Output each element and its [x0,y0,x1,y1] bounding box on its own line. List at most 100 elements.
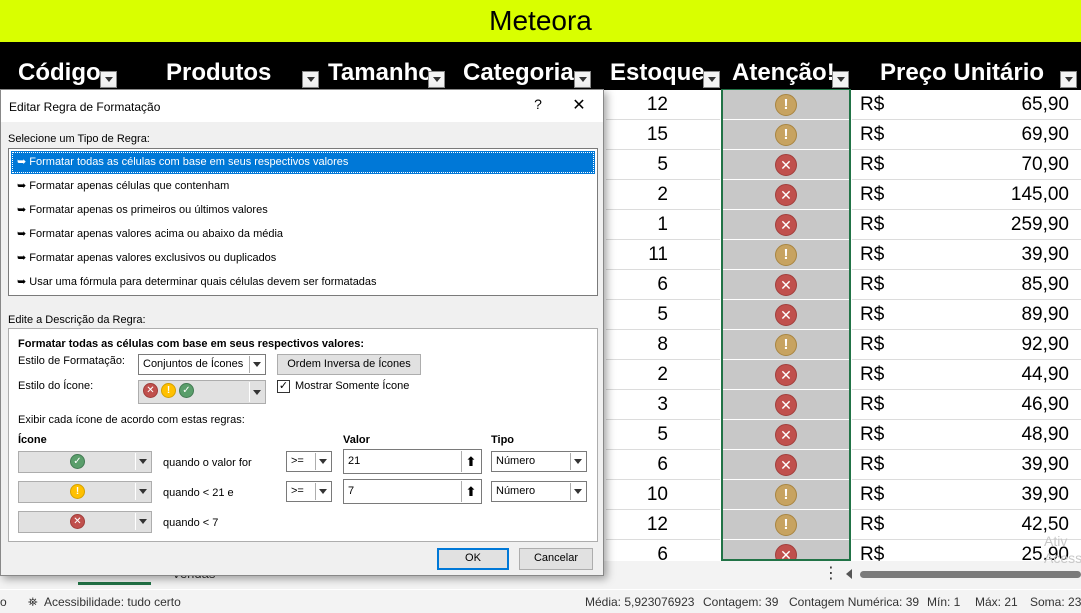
estoque-cell[interactable]: 5 [606,300,720,330]
estoque-cell[interactable]: 10 [606,480,720,510]
rule-icon-select[interactable]: ! [18,481,152,503]
rule-type-item[interactable]: ➥ Formatar apenas células que contenham [11,175,595,198]
preco-cell[interactable]: R$ 70,90 [852,150,1081,180]
estoque-cell[interactable]: 3 [606,390,720,420]
atencao-cell[interactable]: ! [722,510,850,540]
rule-type-item[interactable]: ➥ Usar uma fórmula para determinar quais… [11,271,595,294]
rule-value-input[interactable]: 7 ⬆ [343,479,482,504]
icon-style-select[interactable]: ✕ ! ✓ [138,380,266,404]
rule-type-label: Formatar apenas valores exclusivos ou du… [29,252,277,264]
preco-cell[interactable]: R$ 259,90 [852,210,1081,240]
atencao-cell[interactable]: ✕ [722,390,850,420]
rule-icon-select[interactable]: ✓ [18,451,152,473]
rule-type-select[interactable]: Número [491,481,587,502]
atencao-cell[interactable]: ! [722,90,850,120]
estoque-cell[interactable]: 2 [606,360,720,390]
format-style-select[interactable]: Conjuntos de Ícones [138,354,266,375]
preco-cell[interactable]: R$ 69,90 [852,120,1081,150]
filter-dropdown-icon[interactable] [832,71,849,88]
rule-type-item[interactable]: ➥ Formatar apenas valores acima ou abaix… [11,223,595,246]
atencao-cell[interactable]: ! [722,240,850,270]
preco-cell[interactable]: R$ 92,90 [852,330,1081,360]
rule-type-select[interactable]: Número [491,451,587,472]
header-preco-unitario[interactable]: Preço Unitário [852,42,1081,90]
header-estoque[interactable]: Estoque [594,42,722,90]
estoque-cell[interactable]: 5 [606,420,720,450]
filter-dropdown-icon[interactable] [302,71,319,88]
rule-value-input[interactable]: 21 ⬆ [343,449,482,474]
scrollbar-thumb[interactable] [860,571,1081,578]
range-select-icon[interactable]: ⬆ [461,481,480,502]
x-icon: ✕ [775,423,797,446]
estoque-cell[interactable]: 5 [606,150,720,180]
rule-type-item[interactable]: ➥ Formatar todas as células com base em … [11,151,595,174]
help-icon[interactable]: ? [531,96,545,112]
preco-cell[interactable]: R$ 39,90 [852,450,1081,480]
preco-cell[interactable]: R$ 44,90 [852,360,1081,390]
rule-description-panel: Formatar todas as células com base em se… [8,328,598,542]
header-categoria[interactable]: Categoria [448,42,594,90]
atencao-cell[interactable]: ✕ [722,150,850,180]
rule-icon-select[interactable]: ✕ [18,511,152,533]
header-codigo[interactable]: Código [0,42,120,90]
atencao-cell[interactable]: ✕ [722,180,850,210]
edit-description-label: Edite a Descrição da Regra: [8,314,146,326]
rule-type-list[interactable]: ➥ Formatar todas as células com base em … [8,148,598,296]
rule-type-label: Formatar todas as células com base em se… [29,156,349,168]
header-produtos[interactable]: Produtos [120,42,322,90]
filter-dropdown-icon[interactable] [574,71,591,88]
atencao-cell[interactable]: ✕ [722,450,850,480]
preco-cell[interactable]: R$ 48,90 [852,420,1081,450]
atencao-cell[interactable]: ✕ [722,210,850,240]
reverse-icon-order-button[interactable]: Ordem Inversa de Ícones [277,354,421,375]
show-icon-only-checkbox[interactable]: ✓ [277,380,290,393]
accessibility-icon[interactable]: ⛯ [28,595,38,610]
filter-dropdown-icon[interactable] [703,71,720,88]
estoque-cell[interactable]: 6 [606,450,720,480]
range-select-icon[interactable]: ⬆ [461,451,480,472]
atencao-cell[interactable]: ! [722,330,850,360]
cancel-button[interactable]: Cancelar [519,548,593,570]
estoque-cell[interactable]: 6 [606,270,720,300]
filter-dropdown-icon[interactable] [100,71,117,88]
header-label: Categoria [463,59,574,86]
atencao-cell[interactable]: ✕ [722,360,850,390]
estoque-cell[interactable]: 1 [606,210,720,240]
rule-operator-select[interactable]: >= [286,481,332,502]
preco-cell[interactable]: R$ 145,00 [852,180,1081,210]
sheet-title-row[interactable]: Meteora [0,0,1081,42]
atencao-cell[interactable]: ✕ [722,420,850,450]
estoque-cell[interactable]: 12 [606,510,720,540]
rule-type-item[interactable]: ➥ Formatar apenas os primeiros ou último… [11,199,595,222]
preco-cell[interactable]: R$ 39,90 [852,480,1081,510]
estoque-cell[interactable]: 11 [606,240,720,270]
estoque-cell[interactable]: 15 [606,120,720,150]
rule-type-item[interactable]: ➥ Formatar apenas valores exclusivos ou … [11,247,595,270]
more-options-icon[interactable]: ⋮ [823,563,839,583]
header-atencao[interactable]: Atenção! [722,42,852,90]
atencao-cell[interactable]: ! [722,480,850,510]
preco-cell[interactable]: R$ 46,90 [852,390,1081,420]
close-icon[interactable]: ✕ [571,95,587,115]
filter-dropdown-icon[interactable] [1060,71,1077,88]
currency-symbol: R$ [860,484,885,505]
ok-button[interactable]: OK [437,548,509,570]
preco-cell[interactable]: R$ 39,90 [852,240,1081,270]
preco-cell[interactable]: R$ 85,90 [852,270,1081,300]
rule-operator-select[interactable]: >= [286,451,332,472]
header-tamanho[interactable]: Tamanho [322,42,448,90]
scroll-left-icon[interactable] [846,569,852,579]
accessibility-status[interactable]: Acessibilidade: tudo certo [44,595,181,609]
dialog-titlebar[interactable]: Editar Regra de Formatação ? ✕ [1,90,603,122]
atencao-cell[interactable]: ✕ [722,270,850,300]
filter-dropdown-icon[interactable] [428,71,445,88]
atencao-cell[interactable]: ✕ [722,300,850,330]
estoque-cell[interactable]: 8 [606,330,720,360]
horizontal-scrollbar[interactable] [846,569,1081,579]
warning-icon: ! [775,243,797,266]
estoque-cell[interactable]: 12 [606,90,720,120]
estoque-cell[interactable]: 2 [606,180,720,210]
preco-cell[interactable]: R$ 89,90 [852,300,1081,330]
preco-cell[interactable]: R$ 65,90 [852,90,1081,120]
atencao-cell[interactable]: ! [722,120,850,150]
